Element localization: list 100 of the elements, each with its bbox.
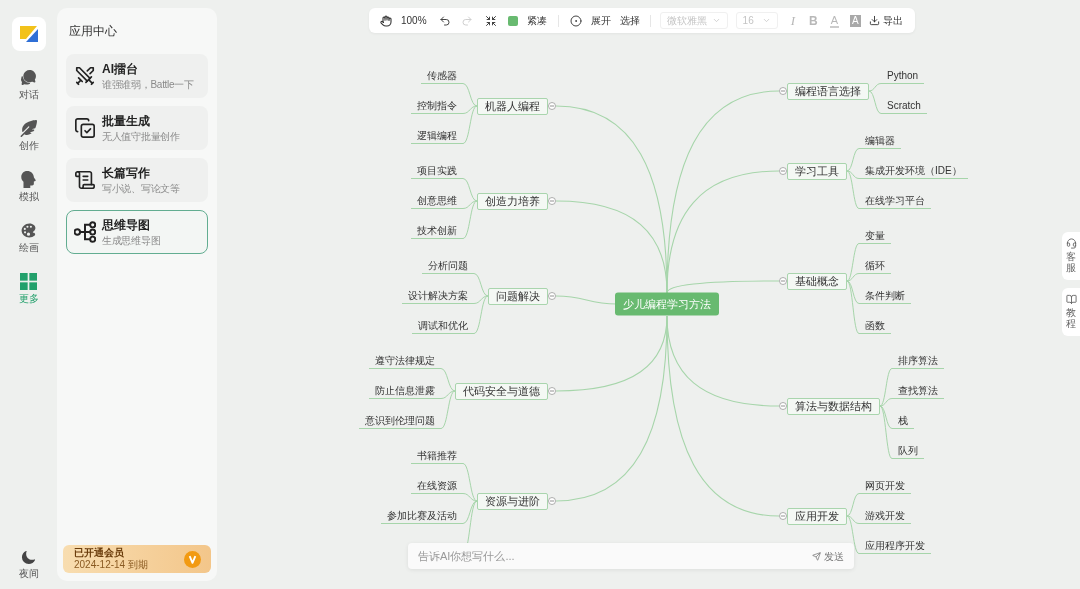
color-swatch-icon[interactable] bbox=[507, 15, 518, 26]
collapse-toggle-icon[interactable] bbox=[548, 497, 556, 505]
nav-item[interactable]: 模拟 bbox=[18, 171, 39, 203]
subtopic-node[interactable]: 栈 bbox=[892, 414, 914, 429]
subtopic-node[interactable]: 控制指令 bbox=[411, 99, 463, 114]
subtopic-node[interactable]: 意识到伦理问题 bbox=[359, 414, 441, 429]
subtopic-node[interactable]: Scratch bbox=[881, 99, 927, 114]
subtopic-node[interactable]: 编辑器 bbox=[859, 134, 901, 149]
subtopic-node[interactable]: 队列 bbox=[892, 444, 924, 459]
collapse-toggle-icon[interactable] bbox=[779, 402, 787, 410]
feather-icon bbox=[20, 120, 37, 137]
moon-icon bbox=[21, 550, 36, 565]
nav-item[interactable]: 对话 bbox=[18, 69, 39, 101]
app-title: 思维导图 bbox=[102, 217, 151, 232]
download-icon bbox=[869, 15, 880, 26]
membership-status: 已开通会员 bbox=[74, 547, 125, 559]
vip-badge-icon bbox=[184, 550, 201, 568]
nav-item[interactable]: 绘画 bbox=[18, 222, 39, 254]
topic-node[interactable]: 机器人编程 bbox=[477, 97, 548, 115]
pan-button[interactable] bbox=[380, 14, 392, 27]
topic-node[interactable]: 代码安全与道德 bbox=[455, 382, 548, 400]
send-icon bbox=[812, 551, 821, 561]
expand-button[interactable]: 展开 bbox=[590, 13, 611, 28]
shrink-arrows-icon bbox=[484, 14, 497, 27]
layout-button[interactable]: 紧凑 bbox=[526, 13, 547, 28]
subtopic-node[interactable]: 项目实践 bbox=[411, 164, 463, 179]
topic-node[interactable]: 资源与进阶 bbox=[477, 492, 548, 510]
crossed-swords-icon bbox=[74, 65, 96, 87]
target-icon bbox=[569, 14, 582, 27]
subtopic-node[interactable]: 逻辑编程 bbox=[411, 129, 463, 144]
app-title: 长篇写作 bbox=[102, 165, 151, 180]
locate-button[interactable] bbox=[569, 14, 582, 27]
subtopic-node[interactable]: 传感器 bbox=[421, 69, 463, 84]
book-icon bbox=[1065, 294, 1077, 305]
hand-icon bbox=[380, 14, 392, 27]
app-description: 谁强谁弱，Battle一下 bbox=[102, 78, 194, 91]
subtopic-node[interactable]: 游戏开发 bbox=[859, 509, 911, 524]
subtopic-node[interactable]: 在线资源 bbox=[411, 479, 463, 494]
topic-node[interactable]: 应用开发 bbox=[787, 507, 847, 525]
subtopic-node[interactable]: 在线学习平台 bbox=[859, 194, 931, 209]
side-tab[interactable]: 客服 bbox=[1062, 232, 1080, 280]
subtopic-node[interactable]: 函数 bbox=[859, 319, 891, 334]
redo-icon bbox=[460, 14, 473, 27]
app-card[interactable]: 批量生成 无人值守批量创作 bbox=[66, 106, 208, 150]
subtopic-node[interactable]: 变量 bbox=[859, 229, 891, 244]
app-card[interactable]: 思维导图 生成思维导图 bbox=[66, 210, 208, 254]
topic-node[interactable]: 基础概念 bbox=[787, 272, 847, 290]
collapse-toggle-icon[interactable] bbox=[548, 197, 556, 205]
app-card[interactable]: 长篇写作 写小说、写论文等 bbox=[66, 158, 208, 202]
subtopic-node[interactable]: Python bbox=[881, 69, 925, 84]
subtopic-node[interactable]: 遵守法律规定 bbox=[369, 354, 441, 369]
zoom-level: 100% bbox=[401, 14, 427, 28]
fit-view-button[interactable] bbox=[484, 14, 497, 27]
subtopic-node[interactable]: 设计解决方案 bbox=[402, 289, 474, 304]
subtopic-node[interactable]: 网页开发 bbox=[859, 479, 911, 494]
collapse-toggle-icon[interactable] bbox=[548, 102, 556, 110]
scroll-icon bbox=[74, 169, 96, 191]
undo-button[interactable] bbox=[438, 14, 451, 27]
collapse-toggle-icon[interactable] bbox=[779, 512, 787, 520]
subtopic-node[interactable]: 防止信息泄露 bbox=[369, 384, 441, 399]
app-title: AI擂台 bbox=[102, 61, 139, 76]
side-tab[interactable]: 教程 bbox=[1062, 288, 1080, 336]
topic-node[interactable]: 算法与数据结构 bbox=[787, 397, 880, 415]
collapse-toggle-icon[interactable] bbox=[779, 277, 787, 285]
export-button[interactable]: 导出 bbox=[869, 13, 903, 28]
chevron-down-icon bbox=[711, 16, 721, 25]
select-button[interactable]: 选择 bbox=[619, 13, 640, 28]
subtopic-node[interactable]: 调试和优化 bbox=[412, 319, 474, 334]
prompt-input[interactable]: 告诉AI你想写什么... bbox=[418, 543, 812, 569]
topic-node[interactable]: 创造力培养 bbox=[477, 192, 548, 210]
head-silhouette-icon bbox=[20, 171, 37, 188]
headset-icon bbox=[1065, 238, 1077, 249]
collapse-toggle-icon[interactable] bbox=[779, 87, 787, 95]
app-card[interactable]: AI擂台 谁强谁弱，Battle一下 bbox=[66, 54, 208, 98]
expiry-date: 2024-12-14 到期 bbox=[74, 559, 148, 571]
subtopic-node[interactable]: 排序算法 bbox=[892, 354, 944, 369]
collapse-toggle-icon[interactable] bbox=[548, 292, 556, 300]
mind-map-icon bbox=[74, 221, 96, 243]
membership-card[interactable]: 已开通会员 2024-12-14 到期 bbox=[63, 545, 211, 573]
subtopic-node[interactable]: 循环 bbox=[859, 259, 891, 274]
night-mode-button[interactable]: 夜间 bbox=[18, 550, 39, 580]
send-button[interactable]: 发送 bbox=[812, 548, 844, 564]
subtopic-node[interactable]: 应用程序开发 bbox=[859, 539, 931, 554]
chevron-down-icon bbox=[761, 16, 771, 25]
subtopic-node[interactable]: 分析问题 bbox=[422, 259, 474, 274]
subtopic-node[interactable]: 技术创新 bbox=[411, 224, 463, 239]
subtopic-node[interactable]: 书籍推荐 bbox=[411, 449, 463, 464]
topic-node[interactable]: 学习工具 bbox=[787, 162, 847, 180]
collapse-toggle-icon[interactable] bbox=[779, 167, 787, 175]
topic-node[interactable]: 编程语言选择 bbox=[787, 82, 869, 100]
subtopic-node[interactable]: 条件判断 bbox=[859, 289, 911, 304]
prompt-field[interactable]: 告诉AI你想写什么... 发送 bbox=[408, 543, 854, 569]
nav-item[interactable]: 创作 bbox=[18, 120, 39, 152]
subtopic-node[interactable]: 集成开发环境（IDE） bbox=[859, 164, 968, 179]
subtopic-node[interactable]: 创意思维 bbox=[411, 194, 463, 209]
subtopic-node[interactable]: 参加比赛及活动 bbox=[381, 509, 463, 524]
subtopic-node[interactable]: 查找算法 bbox=[892, 384, 944, 399]
collapse-toggle-icon[interactable] bbox=[548, 387, 556, 395]
logo-icon bbox=[11, 17, 46, 51]
topic-node[interactable]: 问题解决 bbox=[488, 287, 548, 305]
